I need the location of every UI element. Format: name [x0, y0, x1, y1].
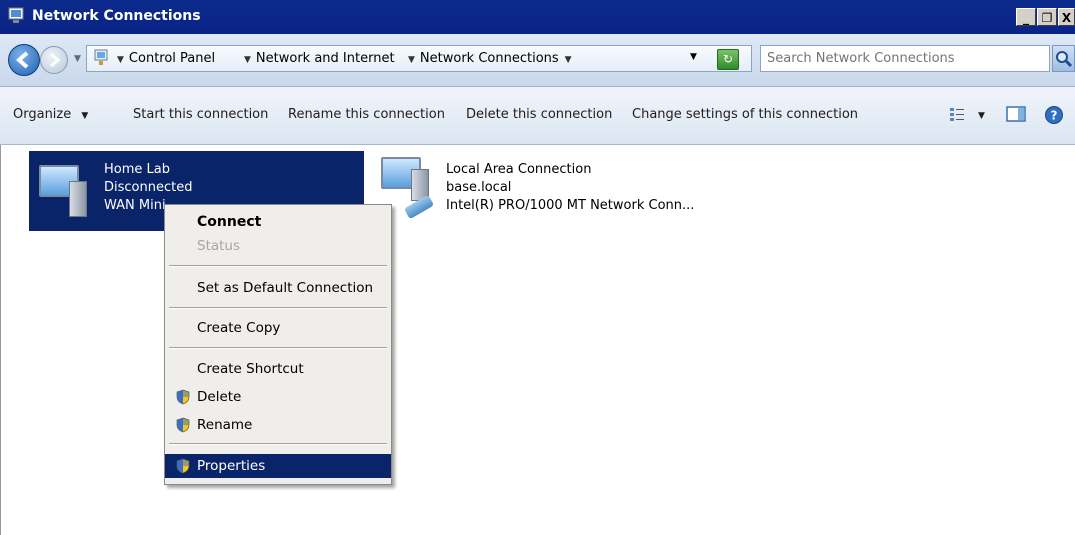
menu-separator: [169, 265, 387, 267]
menu-separator: [169, 347, 387, 349]
connection-status: Disconnected: [104, 180, 193, 195]
menu-separator: [169, 307, 387, 309]
organize-menu[interactable]: Organize ▼: [13, 107, 88, 122]
breadcrumb-control-panel[interactable]: ▼ Control Panel: [117, 51, 215, 66]
chevron-down-icon: ▼: [244, 55, 251, 65]
uac-shield-icon: [176, 458, 190, 474]
forward-button[interactable]: [40, 46, 68, 74]
start-connection-button[interactable]: Start this connection: [133, 107, 268, 122]
close-button[interactable]: X: [1058, 8, 1075, 26]
connection-status: base.local: [446, 180, 512, 195]
uac-shield-icon: [176, 389, 190, 405]
chevron-down-icon: ▼: [408, 55, 415, 65]
svg-text:?: ?: [1051, 109, 1058, 123]
change-settings-button[interactable]: Change settings of this connection: [632, 107, 858, 122]
refresh-icon: ↻: [722, 52, 734, 66]
breadcrumb-network-and-internet[interactable]: ▼ Network and Internet: [244, 51, 395, 66]
menu-item-create-shortcut[interactable]: Create Shortcut: [165, 358, 391, 380]
forward-arrow-icon: [50, 52, 61, 68]
connection-name: Home Lab: [104, 162, 170, 177]
chevron-down-icon: ▼: [117, 55, 124, 65]
menu-item-rename[interactable]: Rename: [165, 414, 391, 436]
delete-connection-button[interactable]: Delete this connection: [466, 107, 612, 122]
search-button[interactable]: [1052, 45, 1075, 72]
menu-item-status: Status: [197, 238, 241, 254]
chevron-down-icon: ▼: [81, 111, 89, 121]
minimize-button[interactable]: _: [1016, 8, 1036, 26]
search-input[interactable]: [761, 46, 1037, 66]
recent-pages-dropdown-icon[interactable]: ▼: [74, 54, 81, 64]
window-title: Network Connections: [32, 8, 201, 24]
menu-item-connect[interactable]: Connect: [165, 211, 391, 233]
network-computer-icon: [37, 161, 91, 219]
refresh-button[interactable]: ↻: [717, 49, 739, 70]
menu-item-properties[interactable]: Properties: [165, 454, 391, 478]
menu-item-delete[interactable]: Delete: [165, 386, 391, 408]
control-panel-icon: [94, 49, 108, 65]
preview-pane-icon[interactable]: [1006, 105, 1026, 123]
connection-name: Local Area Connection: [446, 162, 592, 177]
back-arrow-icon: [15, 51, 29, 69]
title-bar: Network Connections _ ❐ X: [0, 0, 1075, 34]
uac-shield-icon: [176, 417, 190, 433]
search-box[interactable]: [760, 45, 1050, 72]
address-history-dropdown-icon[interactable]: ▼: [690, 52, 697, 62]
menu-item-set-default[interactable]: Set as Default Connection: [165, 277, 391, 299]
address-bar: ▼ ▼ Control Panel ▼ Network and Internet ▼…: [0, 34, 1075, 87]
command-bar: Organize ▼ Start this connection Rename …: [0, 87, 1075, 145]
rename-connection-button[interactable]: Rename this connection: [288, 107, 445, 122]
menu-separator: [169, 443, 387, 445]
restore-button[interactable]: ❐: [1037, 8, 1057, 26]
views-icon[interactable]: [948, 105, 966, 123]
connections-list: Home Lab Disconnected WAN Mini Local Are…: [0, 145, 1075, 535]
breadcrumb-network-connections[interactable]: ▼ Network Connections ▼: [408, 51, 577, 66]
network-connections-icon: [8, 7, 24, 23]
menu-item-create-copy[interactable]: Create Copy: [165, 317, 391, 339]
chevron-down-icon: ▼: [564, 55, 572, 65]
back-button[interactable]: [8, 44, 40, 76]
views-dropdown-icon[interactable]: ▼: [978, 111, 985, 121]
help-icon[interactable]: ?: [1044, 105, 1064, 125]
context-menu: Connect Status Set as Default Connection…: [164, 204, 392, 485]
connection-device: Intel(R) PRO/1000 MT Network Conn...: [446, 198, 695, 213]
breadcrumb[interactable]: ▼ Control Panel ▼ Network and Internet ▼ Ne…: [86, 45, 752, 72]
search-icon: [1056, 51, 1073, 68]
